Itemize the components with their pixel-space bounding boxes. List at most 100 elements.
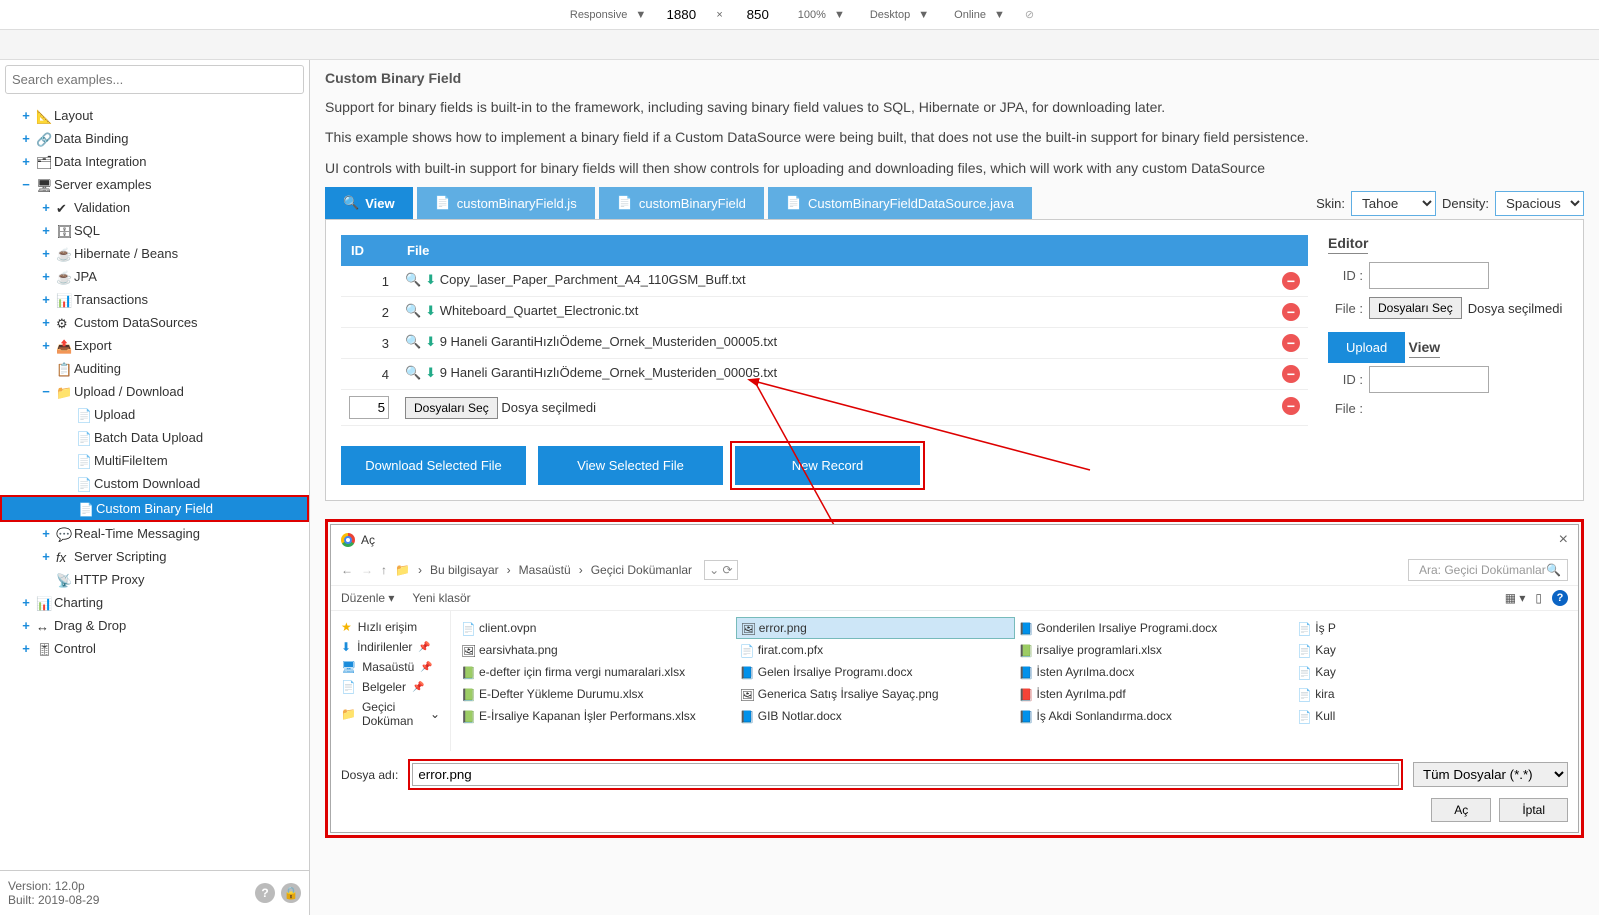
refresh-icon[interactable]: ⟳ [722,563,732,577]
file-item[interactable]: 📄Kay [1293,661,1572,683]
skin-select[interactable]: Tahoe [1351,191,1436,216]
zoom-level[interactable]: 100% ▼ [788,7,850,23]
filename-input[interactable] [412,763,1399,786]
upload-button[interactable]: Upload [1328,332,1405,363]
arrange-menu[interactable]: Düzenle ▾ [341,591,394,605]
tree-item-http-proxy[interactable]: 📡HTTP Proxy [0,568,309,591]
tab-ds[interactable]: 📄customBinaryField [599,187,764,219]
close-icon[interactable]: × [1559,531,1568,549]
tree-item-custom-binary-field[interactable]: 📄Custom Binary Field [0,495,309,522]
tree-item-scripting[interactable]: +fxServer Scripting [0,545,309,568]
col-file[interactable]: File [397,235,1308,266]
editor-id-input[interactable] [1369,262,1489,289]
device-type[interactable]: Desktop ▼ [860,7,934,23]
tree-item-upload[interactable]: 📄Upload [0,403,309,426]
search-input[interactable] [5,65,304,94]
download-file-icon[interactable]: ⬇ [425,334,436,350]
file-item[interactable]: 📘GIB Notlar.docx [736,705,1015,727]
view-selected-button[interactable]: View Selected File [538,446,723,485]
tab-js[interactable]: 📄customBinaryField.js [417,187,595,219]
view-file-icon[interactable]: 🔍 [405,272,421,288]
file-item[interactable]: 🖼error.png [736,617,1015,639]
view-file-icon[interactable]: 🔍 [405,365,421,381]
nav-back-icon[interactable]: ← [341,563,353,577]
side-downloads[interactable]: ⬇İndirilenler📌 [337,637,444,657]
help-icon[interactable]: ? [255,883,275,903]
file-item[interactable]: 📘Gonderilen Irsaliye Programi.docx [1015,617,1294,639]
file-item[interactable]: 📄client.ovpn [457,617,736,639]
remove-row-icon[interactable]: − [1282,303,1300,321]
dialog-open-button[interactable]: Aç [1431,798,1491,822]
new-id-input[interactable] [349,396,389,419]
remove-row-icon[interactable]: − [1282,334,1300,352]
download-file-icon[interactable]: ⬇ [425,272,436,288]
download-selected-button[interactable]: Download Selected File [341,446,526,485]
tree-item-hibernate[interactable]: +☕Hibernate / Beans [0,242,309,265]
tree-item-custom-download[interactable]: 📄Custom Download [0,472,309,495]
tree-item-drag-drop[interactable]: +↔Drag & Drop [0,614,309,637]
dialog-cancel-button[interactable]: İptal [1499,798,1568,822]
tree-item-upload-download[interactable]: −📁Upload / Download [0,380,309,403]
lock-icon[interactable]: 🔒 [281,883,301,903]
file-item[interactable]: 📄firat.com.pfx [736,639,1015,661]
tab-view[interactable]: 🔍View [325,187,413,219]
choose-file-button-editor[interactable]: Dosyaları Seç [1369,297,1462,319]
tree-item-control[interactable]: +🎚Control [0,637,309,660]
tree-item-server-examples[interactable]: −🖥Server examples [0,173,309,196]
dialog-search[interactable]: Ara: Geçici Dokümanlar🔍 [1408,559,1568,581]
col-id[interactable]: ID [341,235,397,266]
file-item[interactable]: 📘İsten Ayrılma.docx [1015,661,1294,683]
view-mode-icon[interactable]: ▦ ▾ [1505,591,1526,605]
table-row[interactable]: 4🔍⬇ 9 Haneli GarantiHızlıÖdeme_Ornek_Mus… [341,359,1308,390]
table-row[interactable]: 3🔍⬇ 9 Haneli GarantiHızlıÖdeme_Ornek_Mus… [341,328,1308,359]
file-item[interactable]: 📄Kay [1293,639,1572,661]
table-row[interactable]: 1🔍⬇ Copy_laser_Paper_Parchment_A4_110GSM… [341,266,1308,297]
view-file-icon[interactable]: 🔍 [405,303,421,319]
tree-item-export[interactable]: +📤Export [0,334,309,357]
side-tempdocs[interactable]: 📁Geçici Doküman ⌄ [337,697,444,731]
file-item[interactable]: 📗E-Defter Yükleme Durumu.xlsx [457,683,736,705]
side-desktop[interactable]: 🖥Masaüstü📌 [337,657,444,677]
dialog-help-icon[interactable]: ? [1552,590,1568,606]
download-file-icon[interactable]: ⬇ [425,303,436,319]
tree-item-charting[interactable]: +📊Charting [0,591,309,614]
tree-item-rtm[interactable]: +💬Real-Time Messaging [0,522,309,545]
viewport-height[interactable] [738,6,778,23]
tree-item-sql[interactable]: +🗄SQL [0,219,309,242]
tree-item-auditing[interactable]: 📋Auditing [0,357,309,380]
preview-pane-icon[interactable]: ▯ [1535,591,1542,605]
tree-item-transactions[interactable]: +📊Transactions [0,288,309,311]
file-item[interactable]: 🖼earsivhata.png [457,639,736,661]
file-item[interactable]: 📕İsten Ayrılma.pdf [1015,683,1294,705]
tree-item-validation[interactable]: +✔Validation [0,196,309,219]
viewport-width[interactable] [661,6,701,23]
remove-row-icon[interactable]: − [1282,272,1300,290]
file-item[interactable]: 📄kira [1293,683,1572,705]
file-filter-select[interactable]: Tüm Dosyalar (*.*) [1413,762,1568,787]
tree-item-data-binding[interactable]: +🔗Data Binding [0,127,309,150]
quick-access[interactable]: ★Hızlı erişim [337,617,444,637]
file-item[interactable]: 📘Gelen İrsaliye Programı.docx [736,661,1015,683]
file-item[interactable]: 📄Kull [1293,705,1572,727]
file-item[interactable]: 📘İş Akdi Sonlandırma.docx [1015,705,1294,727]
breadcrumb-pc[interactable]: Bu bilgisayar [430,563,499,577]
download-file-icon[interactable]: ⬇ [425,365,436,381]
breadcrumb-folder[interactable]: Geçici Dokümanlar [591,563,692,577]
new-record-button[interactable]: New Record [735,446,920,485]
file-item[interactable]: 📗irsaliye programlari.xlsx [1015,639,1294,661]
tree-item-data-integration[interactable]: +🗂Data Integration [0,150,309,173]
tree-item-multifile[interactable]: 📄MultiFileItem [0,449,309,472]
tree-item-layout[interactable]: +📐Layout [0,104,309,127]
file-item[interactable]: 📗e-defter için firma vergi numaralari.xl… [457,661,736,683]
tree-item-jpa[interactable]: +☕JPA [0,265,309,288]
breadcrumb-desktop[interactable]: Masaüstü [519,563,571,577]
remove-row-icon[interactable]: − [1282,365,1300,383]
tree-item-custom-ds[interactable]: +⚙Custom DataSources [0,311,309,334]
tab-java[interactable]: 📄CustomBinaryFieldDataSource.java [768,187,1032,219]
tree-item-batch-upload[interactable]: 📄Batch Data Upload [0,426,309,449]
no-throttle-icon[interactable]: ⊘ [1020,6,1039,23]
table-row[interactable]: 2🔍⬇ Whiteboard_Quartet_Electronic.txt− [341,297,1308,328]
table-new-row[interactable]: Dosyaları Seç Dosya seçilmedi − [341,390,1308,426]
file-item[interactable]: 📗E-İrsaliye Kapanan İşler Performans.xls… [457,705,736,727]
density-select[interactable]: Spacious [1495,191,1584,216]
